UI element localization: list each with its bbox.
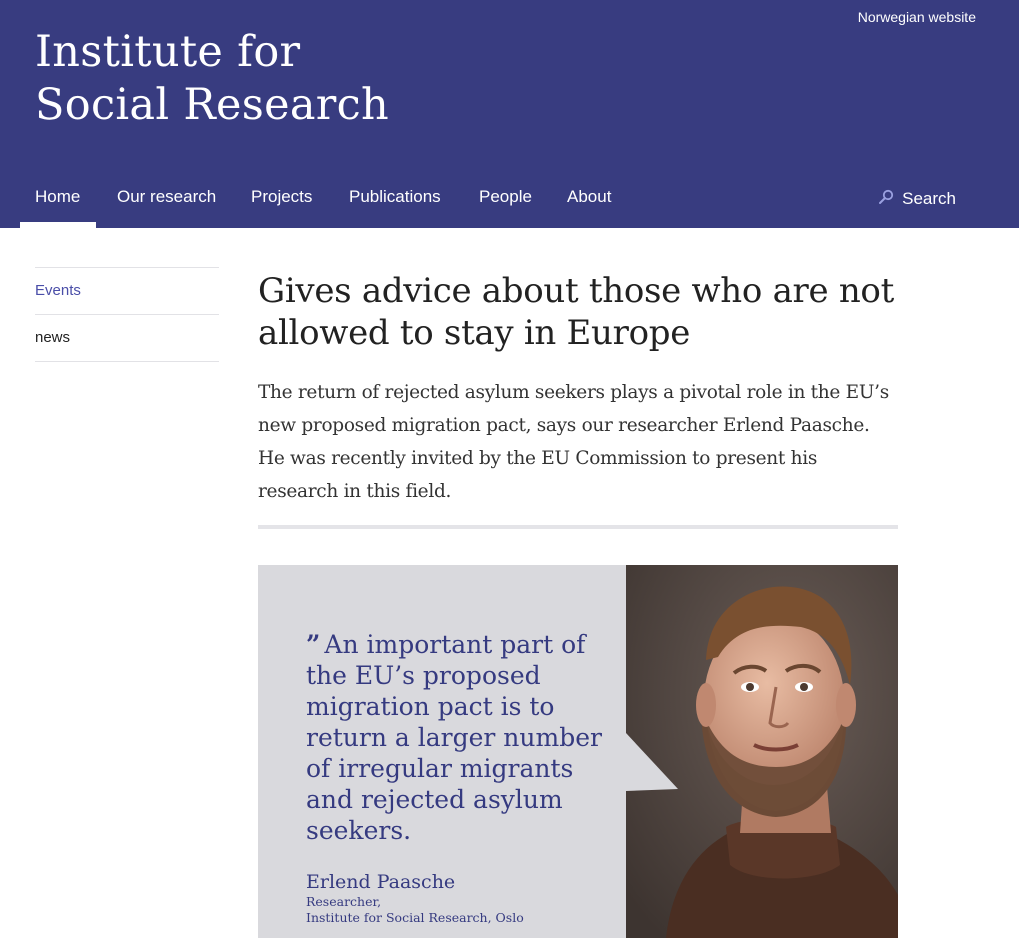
author-affiliation: Institute for Social Research, Oslo — [306, 910, 524, 925]
main-nav: Home Our research Projects Publications … — [0, 172, 1019, 228]
search-icon — [879, 189, 894, 204]
article-headline: Gives advice about those who are not all… — [258, 271, 894, 353]
nav-item-about[interactable]: About — [567, 187, 611, 207]
author-role: Researcher, — [306, 894, 382, 909]
sidebar-menu: Events news — [35, 267, 219, 362]
author-name: Erlend Paasche — [306, 871, 456, 893]
nav-item-projects[interactable]: Projects — [251, 187, 312, 207]
quote-text: An important part of the EU’s proposed m… — [306, 630, 602, 845]
article: Gives advice about those who are not all… — [258, 270, 898, 529]
search-button[interactable]: Search — [878, 189, 956, 209]
researcher-photo — [626, 565, 898, 938]
nav-item-home[interactable]: Home — [35, 187, 80, 207]
site-logo-title[interactable]: Institute for Social Research — [35, 26, 389, 132]
pull-quote: ” An important part of the EU’s proposed … — [306, 629, 606, 846]
quote-figure: ” An important part of the EU’s proposed … — [258, 565, 898, 938]
nav-item-our-research[interactable]: Our research — [117, 187, 216, 207]
search-label: Search — [902, 189, 956, 208]
sidebar-item-news[interactable]: news — [35, 314, 219, 362]
lead-divider — [258, 525, 898, 529]
sidebar-item-events[interactable]: Events — [35, 267, 219, 314]
site-header: Norwegian website Institute for Social R… — [0, 0, 1019, 228]
site-title-line2: Social Research — [35, 80, 390, 130]
article-lead: The return of rejected asylum seekers pl… — [258, 382, 889, 502]
nav-active-indicator — [20, 222, 96, 228]
quote-author: Erlend Paasche Researcher, Institute for… — [306, 870, 524, 926]
nav-item-people[interactable]: People — [479, 187, 532, 207]
norwegian-website-link[interactable]: Norwegian website — [858, 9, 976, 25]
nav-item-publications[interactable]: Publications — [349, 187, 441, 207]
quote-mark-icon: ” — [306, 630, 321, 659]
site-title-line1: Institute for — [35, 27, 301, 77]
